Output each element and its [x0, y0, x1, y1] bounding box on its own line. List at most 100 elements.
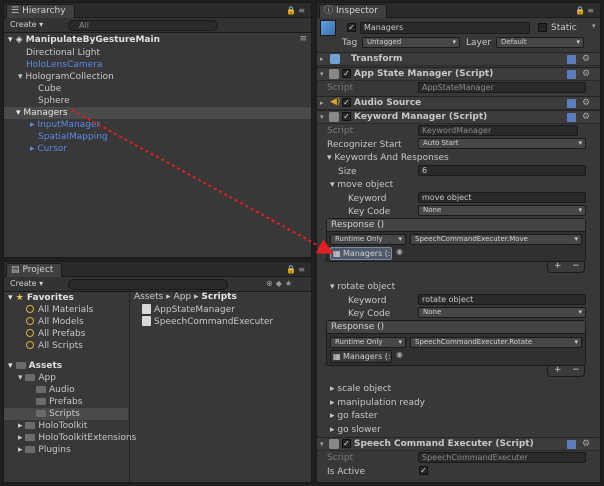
collapse-arrow-icon: ▾	[320, 440, 324, 448]
component-enabled-checkbox[interactable]: ✓	[342, 439, 351, 448]
is-active-checkbox[interactable]: ✓	[419, 466, 428, 475]
rotate-object-foldout[interactable]: ▾ rotate object	[330, 282, 395, 292]
project-folder[interactable]: ▸ Plugins	[18, 444, 71, 456]
hierarchy-item[interactable]: Sphere	[38, 95, 70, 107]
assets-header[interactable]: ▾ Assets	[8, 360, 62, 372]
function-dropdown[interactable]: SpeechCommandExecuter.Move	[410, 234, 582, 245]
gear-icon[interactable]: ⚙	[582, 98, 590, 108]
hierarchy-item[interactable]: ▸ Cursor	[30, 143, 67, 155]
component-enabled-checkbox[interactable]: ✓	[342, 112, 351, 121]
hierarchy-item[interactable]: Directional Light	[26, 47, 100, 59]
favorite-item[interactable]: All Materials	[26, 304, 93, 316]
active-checkbox[interactable]: ✓	[347, 23, 356, 32]
hierarchy-item[interactable]: ▸ InputManager	[30, 119, 100, 131]
panel-menu-icon[interactable]: 🔒≡	[286, 6, 307, 15]
favorites-header[interactable]: ▾ ★ Favorites	[8, 292, 74, 304]
help-book-icon[interactable]	[567, 55, 576, 64]
plus-icon[interactable]: +	[554, 262, 562, 271]
project-folder[interactable]: ▸ HoloToolkit	[18, 420, 87, 432]
favorite-item[interactable]: All Models	[26, 316, 84, 328]
keyword-foldout[interactable]: ▸ manipulation ready	[330, 398, 425, 408]
project-folder-scripts[interactable]: Scripts	[4, 408, 128, 420]
panel-menu-icon[interactable]: 🔒≡	[286, 265, 307, 274]
hierarchy-item[interactable]: Cube	[38, 83, 61, 95]
gear-icon[interactable]: ⚙	[582, 69, 590, 79]
hierarchy-item[interactable]: HoloLensCamera	[26, 59, 102, 71]
create-dropdown[interactable]: Create ▾	[10, 20, 43, 29]
hierarchy-tab[interactable]: ☰ Hierarchy	[6, 4, 75, 18]
gear-icon[interactable]: ⚙	[582, 54, 590, 64]
app-state-manager-header[interactable]: ▾ ✓ App State Manager (Script) ⚙	[317, 67, 600, 81]
script-file[interactable]: AppStateManager	[142, 304, 235, 316]
folder-icon	[25, 434, 36, 441]
create-dropdown[interactable]: Create ▾	[10, 279, 43, 288]
filter-icons[interactable]: ⊕◆★	[266, 279, 295, 288]
gameobject-cube-icon	[320, 20, 336, 36]
transform-header[interactable]: ▸ Transform ⚙	[317, 52, 600, 66]
hierarchy-item[interactable]: SpatialMapping	[38, 131, 108, 143]
static-dropdown-icon[interactable]: ▾	[592, 22, 596, 30]
keyword-field[interactable]: move object	[418, 192, 586, 203]
audio-source-header[interactable]: ▸ ◀) ✓ Audio Source ⚙	[317, 96, 600, 110]
help-book-icon[interactable]	[567, 70, 576, 79]
object-picker-icon[interactable]: ◉	[396, 350, 403, 359]
panel-menu-icon[interactable]: 🔒≡	[575, 6, 596, 15]
help-book-icon[interactable]	[567, 113, 576, 122]
scene-root[interactable]: ▾ ◈ ManipulateByGestureMain	[8, 34, 160, 46]
project-folder[interactable]: Prefabs	[36, 396, 82, 408]
folder-icon	[36, 386, 46, 393]
scene-menu-icon[interactable]: ≡	[299, 34, 307, 44]
static-checkbox[interactable]	[538, 23, 547, 32]
move-object-foldout[interactable]: ▾ move object	[330, 180, 393, 190]
object-name-field[interactable]: Managers	[360, 22, 530, 34]
help-book-icon[interactable]	[567, 440, 576, 449]
plus-icon[interactable]: +	[554, 366, 562, 375]
keyword-foldout[interactable]: ▸ scale object	[330, 384, 391, 394]
keywords-foldout[interactable]: ▾ Keywords And Responses	[327, 153, 449, 163]
list-add-remove: + −	[547, 262, 585, 273]
keyword-foldout[interactable]: ▸ go faster	[330, 411, 378, 421]
gear-icon[interactable]: ⚙	[582, 112, 590, 122]
tag-dropdown[interactable]: Untagged	[362, 37, 460, 48]
runtime-dropdown[interactable]: Runtime Only	[330, 234, 406, 245]
component-enabled-checkbox[interactable]: ✓	[342, 98, 351, 107]
folder-icon	[25, 422, 36, 429]
response-header: Response ()	[327, 219, 585, 232]
function-dropdown[interactable]: SpeechCommandExecuter.Rotate	[410, 337, 582, 348]
component-enabled-checkbox[interactable]: ✓	[342, 69, 351, 78]
hierarchy-item-managers[interactable]: ▾ Managers	[4, 107, 311, 119]
hierarchy-search[interactable]: All	[68, 20, 218, 31]
project-search[interactable]	[68, 279, 228, 290]
speech-command-executer-header[interactable]: ▾ ✓ Speech Command Executer (Script) ⚙	[317, 437, 600, 451]
list-add-remove: + −	[547, 366, 585, 377]
folder-icon	[15, 362, 26, 369]
speaker-icon: ◀)	[330, 97, 341, 107]
script-file[interactable]: SpeechCommandExecuter	[142, 316, 273, 328]
runtime-dropdown[interactable]: Runtime Only	[330, 337, 406, 348]
help-book-icon[interactable]	[567, 99, 576, 108]
collapse-arrow-icon: ▾	[320, 113, 324, 121]
folder-icon	[36, 410, 46, 417]
project-tab[interactable]: ▤ Project	[6, 263, 63, 277]
recognizer-start-dropdown[interactable]: Auto Start	[418, 138, 586, 149]
keycode-dropdown[interactable]: None	[418, 205, 586, 216]
keycode-dropdown[interactable]: None	[418, 307, 586, 318]
keyword-foldout[interactable]: ▸ go slower	[330, 425, 381, 435]
search-icon	[26, 317, 34, 325]
keyword-field[interactable]: rotate object	[418, 294, 586, 305]
project-folder[interactable]: ▾ App	[18, 372, 56, 384]
size-field[interactable]: 6	[418, 165, 586, 176]
favorite-item[interactable]: All Scripts	[26, 340, 83, 352]
object-picker-icon[interactable]: ◉	[396, 247, 403, 256]
inspector-tab[interactable]: ⓘ Inspector	[319, 4, 387, 18]
favorite-item[interactable]: All Prefabs	[26, 328, 85, 340]
hierarchy-item[interactable]: ▾ HologramCollection	[18, 71, 114, 83]
layer-dropdown[interactable]: Default	[496, 37, 584, 48]
unity-scene-icon: ◈	[15, 35, 23, 45]
project-folder[interactable]: Audio	[36, 384, 75, 396]
minus-icon[interactable]: −	[572, 366, 580, 375]
project-folder[interactable]: ▸ HoloToolkitExtensions	[18, 432, 136, 444]
keyword-manager-header[interactable]: ▾ ✓ Keyword Manager (Script) ⚙	[317, 110, 600, 124]
minus-icon[interactable]: −	[572, 262, 580, 271]
gear-icon[interactable]: ⚙	[582, 439, 590, 449]
